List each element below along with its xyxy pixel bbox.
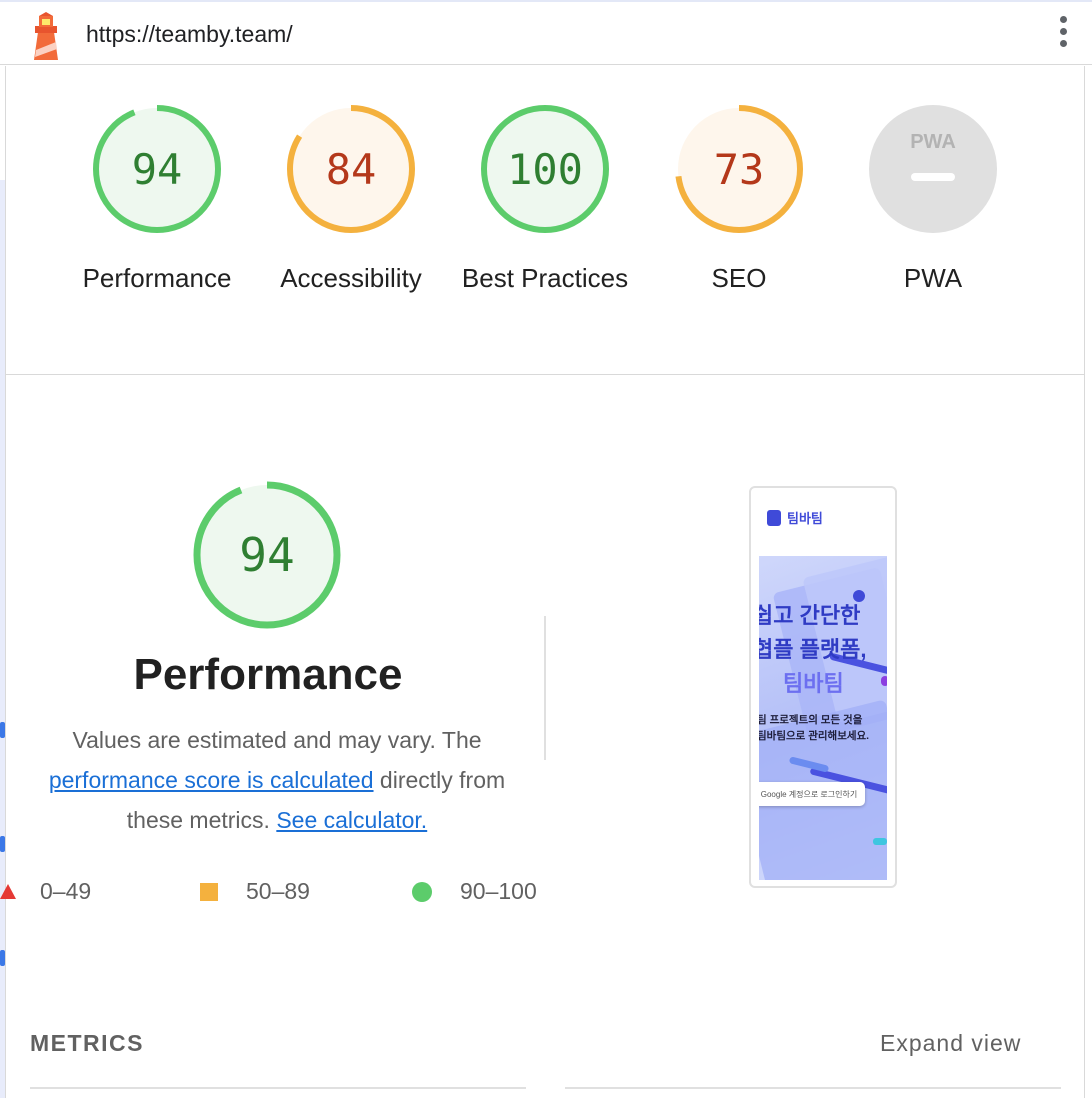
screenshot-hero: 쉽고 간단한 협플 플랫폼, 팀바팀 팀 프로젝트의 모든 것을 팀바팀으로 관… [759,554,887,880]
screenshot-content: 팀바팀 쉽고 간단한 협플 플랫폼, 팀바팀 팀 프로젝트의 모든 것을 팀바팀… [759,496,887,880]
gauge-best-practices[interactable]: 100 Best Practices [450,104,640,298]
metrics-divider [565,1087,1061,1089]
screenshot-subtext: 팀바팀으로 관리해보세요. [759,730,870,742]
legend-range: 50–89 [246,878,310,904]
performance-heading: Performance [133,650,403,699]
screenshot-headline: 협플 플랫폼, [759,637,867,662]
legend-average: 50–89 [200,878,310,905]
gauge-performance[interactable]: 94 Performance [62,104,252,298]
gauge-label: Accessibility [280,263,422,293]
score-calculated-link[interactable]: performance score is calculated [49,767,374,793]
gauge-label: PWA [903,263,963,293]
gauge-pwa[interactable]: PWA PWA [838,104,1028,298]
svg-text:PWA: PWA [910,131,956,153]
google-login-button: Google 계정으로 로그인하기 [759,782,865,806]
score-gauge: 100 [481,105,609,233]
score-gauge: 84 [287,105,415,233]
kebab-menu-icon[interactable] [1052,16,1074,56]
pass-circle-icon [412,881,432,902]
final-screenshot[interactable]: 팀바팀 쉽고 간단한 협플 플랫폼, 팀바팀 팀 프로젝트의 모든 것을 팀바팀… [749,486,897,888]
see-calculator-link[interactable]: See calculator. [276,807,427,833]
lighthouse-report: https://teamby.team/ 94 Performance 84 A… [0,0,1092,1098]
brand-name: 팀바팀 [787,511,823,526]
average-square-icon [200,882,218,901]
gauge-label: Best Practices [461,263,629,293]
gauge-score: 73 [714,145,765,194]
screenshot-headline: 팀바팀 [783,671,844,696]
gauge-seo[interactable]: 73 SEO [644,104,834,298]
performance-score: 94 [239,528,294,582]
report-topbar: https://teamby.team/ [0,0,1092,65]
pwa-badge-icon: PWA [869,105,997,233]
fail-triangle-icon [0,884,16,899]
metrics-heading: METRICS [30,1030,144,1056]
category-gauges: 94 Performance 84 Accessibility 100 Best… [0,66,1092,374]
lighthouse-logo-icon [34,12,58,60]
gauge-score: 100 [507,145,583,194]
metrics-divider [30,1087,526,1089]
score-gauge: 94 [93,105,221,233]
gauge-score: 84 [326,145,377,194]
gauge-label: Performance [82,263,232,293]
description-text: Values are estimated and may vary. The [72,727,482,753]
legend-range: 0–49 [40,878,92,904]
screenshot-headline: 쉽고 간단한 [759,603,861,628]
legend-fail: 0–49 [0,878,92,905]
expand-view-toggle[interactable]: Expand view [880,1030,1021,1057]
brand-logo-icon [767,509,781,526]
screenshot-brand: 팀바팀 [767,508,823,527]
page-url: https://teamby.team/ [86,21,293,47]
screenshot-subtext: 팀 프로젝트의 모든 것을 [759,714,863,726]
gauge-score: 94 [132,145,183,194]
performance-score-gauge: 94 [193,481,341,629]
section-divider [6,374,1084,375]
gauge-accessibility[interactable]: 84 Accessibility [256,104,446,298]
performance-description: Values are estimated and may vary. The p… [18,720,536,840]
legend-range: 90–100 [460,878,537,904]
vertical-divider [544,616,546,760]
gauge-label: SEO [711,263,767,293]
legend-pass: 90–100 [412,878,537,905]
score-gauge: 73 [675,105,803,233]
